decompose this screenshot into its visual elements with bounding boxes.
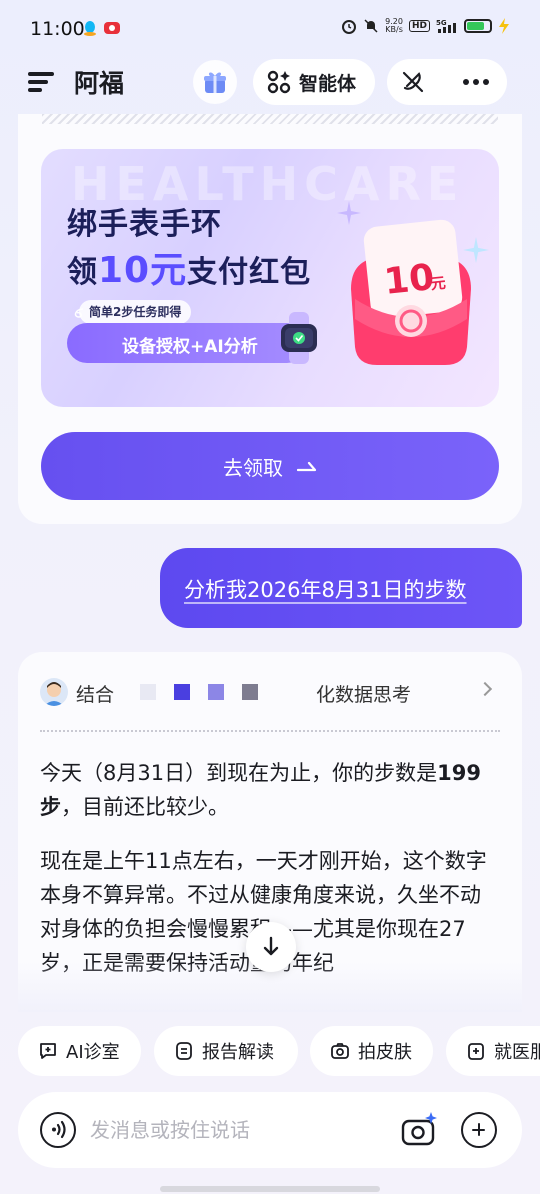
ai-avatar (40, 678, 68, 706)
doctor-avatar-icon (44, 682, 64, 706)
claim-label: 去领取 (223, 455, 283, 480)
task-steps-bar: 设备授权+AI分析 (67, 323, 307, 363)
chip-report[interactable]: 报告解读 (154, 1026, 298, 1076)
top-actions-group (387, 59, 507, 105)
chip-skin-photo[interactable]: 拍皮肤 (310, 1026, 433, 1076)
thinking-prefix: 结合 (76, 684, 115, 706)
scroll-to-bottom-button[interactable] (246, 922, 296, 972)
agent-label: 智能体 (299, 72, 357, 95)
thinking-progress-blocks (140, 684, 258, 700)
user-message-bubble[interactable]: 分析我2026年8月31日的步数 (160, 548, 522, 628)
task-steps-label: 设备授权+AI分析 (122, 337, 258, 357)
signal-5g-icon: 5G (436, 19, 456, 33)
status-right-icons: 9.20 KB/s HD 5G (341, 18, 510, 34)
message-input[interactable] (90, 1114, 380, 1146)
user-message-text: 分析我2026年8月31日的步数 (184, 578, 467, 602)
chip-ai-clinic[interactable]: AI诊室 (18, 1026, 141, 1076)
banner-title-line2: 领10元支付红包 (67, 250, 312, 291)
notification-icons (82, 20, 120, 36)
mute-bell-icon (364, 19, 378, 33)
hospital-icon (468, 1043, 484, 1060)
gift-icon (204, 72, 226, 93)
banner-title-line1: 绑手表手环 (67, 207, 222, 242)
camera-ai-button[interactable] (400, 1110, 440, 1150)
status-bar: 11:00 9.20 KB/s HD 5G (0, 0, 540, 58)
arrow-right-icon (297, 461, 317, 472)
add-button[interactable] (461, 1112, 497, 1148)
svg-text:10: 10 (382, 257, 436, 303)
agent-button[interactable]: 智能体 (253, 59, 375, 105)
task-hint: 简单2步任务即得 (79, 300, 192, 324)
net-speed: 9.20 KB/s (385, 17, 403, 34)
mute-icon[interactable] (401, 70, 425, 94)
camera-icon (331, 1043, 349, 1059)
charging-icon (499, 18, 509, 34)
app-title: 阿福 (74, 69, 125, 98)
card-divider (42, 114, 498, 124)
qq-icon (84, 21, 96, 36)
svg-text:元: 元 (430, 274, 447, 293)
claim-button[interactable]: 去领取 (41, 432, 499, 500)
chip-medical-service[interactable]: 就医服务 (446, 1026, 540, 1076)
hd-badge: HD (408, 20, 430, 32)
home-indicator (160, 1186, 380, 1192)
voice-button[interactable] (40, 1112, 76, 1148)
arrow-down-icon (263, 936, 279, 956)
app-notification-icon (104, 22, 120, 34)
quick-action-chips: AI诊室 报告解读 拍皮肤 就医服务 (18, 1026, 540, 1076)
chat-plus-icon (40, 1043, 56, 1059)
smartwatch-icon (281, 312, 317, 364)
agent-grid-icon (267, 70, 291, 94)
voice-wave-icon (52, 1120, 66, 1139)
menu-button[interactable] (28, 70, 54, 94)
app-header: 阿福 智能体 (0, 58, 540, 106)
answer-paragraph-1: 今天（8月31日）到现在为止，你的步数是199步，目前还比较少。 (40, 761, 481, 819)
divider (40, 730, 500, 732)
alarm-icon (342, 20, 357, 34)
thinking-suffix: 化数据思考 (316, 684, 412, 706)
message-input-bar (18, 1092, 522, 1168)
status-time: 11:00 (30, 18, 85, 40)
battery-icon (464, 19, 492, 33)
promo-card: HEALTHCARE 绑手表手环 领10元支付红包 简单2步任务即得 设备授权+… (18, 114, 522, 524)
more-options-button[interactable] (463, 79, 491, 85)
report-icon (176, 1042, 192, 1060)
gift-button[interactable] (193, 60, 237, 104)
chevron-right-icon (477, 681, 493, 697)
promo-banner[interactable]: HEALTHCARE 绑手表手环 领10元支付红包 简单2步任务即得 设备授权+… (41, 149, 499, 407)
red-packet-icon: 10 元 (351, 219, 471, 365)
svg-text:5G: 5G (436, 19, 447, 27)
thinking-header[interactable]: 结合 化数据思考 (40, 674, 500, 710)
